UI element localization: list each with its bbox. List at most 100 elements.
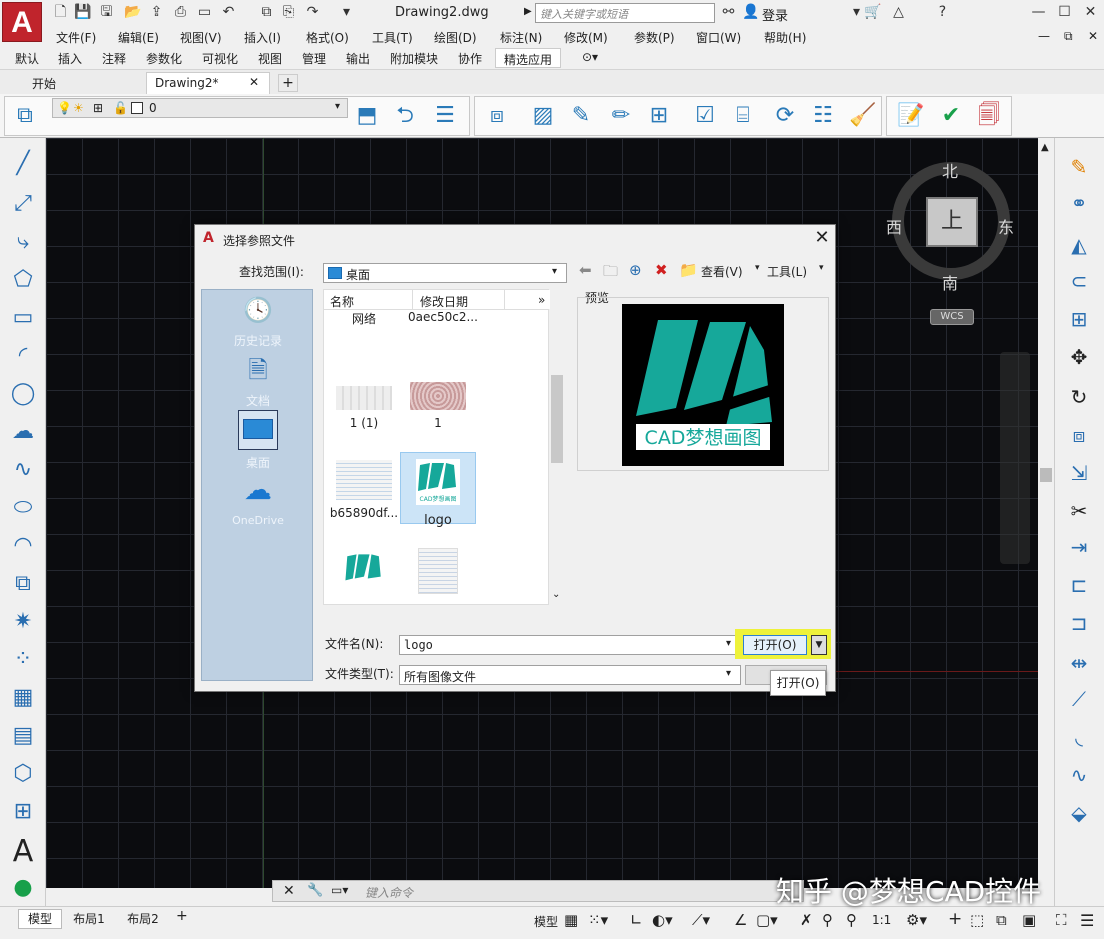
restore-icon[interactable]: ☐ (1056, 4, 1073, 21)
file-item-logo-selected[interactable]: CAD梦想画图 logo (400, 452, 476, 528)
open-button[interactable]: 打开(O) (743, 635, 807, 655)
osnap-icon[interactable]: ▢▾ (756, 911, 778, 929)
user-icon[interactable]: 👤 (742, 4, 759, 21)
menu-dimension[interactable]: 标注(N) (500, 29, 542, 46)
tab-insert[interactable]: 插入 (58, 50, 82, 67)
layer-states-icon[interactable]: ☰ (430, 100, 460, 132)
column-date[interactable]: 修改日期 (420, 293, 468, 310)
polyline-edit-icon[interactable]: ✏ (606, 100, 636, 132)
wcs-menu[interactable]: WCS (930, 309, 974, 325)
break-at-point-icon[interactable]: ⊏ (1063, 570, 1095, 600)
region-icon[interactable]: ⬡ (7, 758, 39, 790)
menu-help[interactable]: 帮助(H) (764, 29, 806, 46)
lightbulb-icon[interactable]: 💡 (57, 101, 72, 115)
look-in-select[interactable]: 桌面 ▾ (323, 263, 567, 283)
save-as-icon[interactable]: 🖫 (98, 4, 115, 21)
more-columns-icon[interactable]: » (538, 293, 545, 307)
file-tab-start[interactable]: 开始 (24, 72, 142, 94)
navigation-bar[interactable] (1000, 352, 1030, 564)
tab-manage[interactable]: 管理 (302, 50, 326, 67)
lock-icon[interactable]: 🔓 (113, 101, 128, 115)
help-icon[interactable]: ? (934, 4, 951, 21)
column-name[interactable]: 名称 (330, 293, 354, 310)
autoscale-icon[interactable]: ⚲ (822, 911, 833, 929)
undo-icon[interactable]: ↶ (220, 4, 237, 21)
import-icon[interactable]: ⇪ (148, 4, 165, 21)
file-item-b65890df[interactable]: b65890df... (326, 452, 402, 520)
scroll-up-icon[interactable]: ▲ (1041, 142, 1049, 153)
table-icon[interactable]: ⊞ (7, 796, 39, 828)
place-desktop-selected[interactable] (238, 410, 278, 450)
insert-block-icon[interactable]: ⧉ (7, 568, 39, 600)
dropdown-icon[interactable]: ▾ (848, 4, 865, 21)
annotation-scale-value[interactable]: 1:1 (872, 913, 891, 927)
layout-tab-layout1[interactable]: 布局1 (64, 910, 114, 927)
menu-icon[interactable]: ☰ (1080, 911, 1094, 930)
redo-icon[interactable]: ↷ (304, 4, 321, 21)
compass-north[interactable]: 北 (942, 158, 958, 182)
login-link[interactable]: 登录 (762, 5, 788, 24)
chevron-down-icon[interactable]: ▾ (552, 266, 557, 277)
chevron-down-icon[interactable]: ▾ (726, 638, 731, 649)
clean-screen-icon[interactable]: ▣ (1022, 911, 1036, 929)
new-tab-button[interactable]: + (278, 74, 298, 92)
close-command-icon[interactable]: ✕ (283, 883, 295, 899)
break-icon[interactable]: ⊐ (1063, 608, 1095, 638)
isodraft-icon[interactable]: ⟋▾ (692, 911, 710, 929)
rotate-icon[interactable]: ↻ (1063, 382, 1095, 412)
array-icon[interactable]: ⊞ (1063, 304, 1095, 334)
revision-cloud-icon[interactable]: ☁ (7, 416, 39, 448)
hardware-accel-icon[interactable]: ⧉ (996, 911, 1007, 929)
documents-icon[interactable]: 🗎 (242, 354, 274, 386)
list-icon[interactable]: ☷ (808, 100, 838, 132)
grid-icon[interactable]: ▦ (564, 911, 578, 929)
match-icon[interactable]: ⧉ (258, 4, 275, 21)
tab-default[interactable]: 默认 (15, 50, 39, 67)
new-folder-icon[interactable]: 📁 (679, 261, 698, 279)
ellipse-arc-icon[interactable]: ◠ (7, 530, 39, 562)
add-selected-icon[interactable]: ● (7, 872, 39, 904)
autodesk-icon[interactable]: △ (890, 4, 907, 21)
back-icon[interactable]: ⬅ (579, 261, 592, 279)
up-folder-icon[interactable]: 🗀 (603, 261, 618, 286)
search-input[interactable]: 键入关键字或短语 (535, 3, 715, 23)
osnap-track-icon[interactable]: ∠ (734, 911, 747, 929)
layout-tab-layout2[interactable]: 布局2 (118, 910, 168, 927)
customize-icon[interactable]: 🔧 (307, 883, 323, 898)
line-icon[interactable]: ╱ (7, 148, 39, 180)
tab-featured-apps-active[interactable]: 精选应用 (495, 48, 561, 68)
layer-combo[interactable]: 💡 ☀ ⊞ 🔓 0 ▾ (52, 98, 348, 118)
compass-west[interactable]: 西 (886, 214, 902, 238)
restore-doc-icon[interactable]: ⧉ (1064, 29, 1073, 44)
erase-icon[interactable]: ✎ (1063, 152, 1095, 182)
array-icon[interactable]: ⊞ (644, 100, 674, 132)
filename-input[interactable]: logo ▾ (399, 635, 741, 655)
construction-line-icon[interactable]: ⤢ (7, 188, 39, 220)
polyline-icon[interactable]: ⤷ (7, 226, 39, 258)
polar-icon[interactable]: ◐▾ (652, 911, 673, 929)
text-icon[interactable]: A (7, 836, 39, 868)
copy-icon[interactable]: ⎘ (280, 4, 297, 21)
move-icon[interactable]: ✥ (1063, 342, 1095, 372)
sun-icon[interactable]: ☀ (73, 101, 84, 115)
view-menu[interactable]: 查看(V) (701, 263, 743, 280)
circle-icon[interactable]: ◯ (7, 378, 39, 410)
chevron-down-icon[interactable]: ▾ (819, 263, 824, 273)
explode-icon[interactable]: ⬙ (1063, 798, 1095, 828)
ellipse-icon[interactable]: ⬭ (7, 492, 39, 524)
gradient-icon[interactable]: ▤ (7, 720, 39, 752)
stretch-icon[interactable]: ⇲ (1063, 458, 1095, 488)
hatch-icon[interactable]: ▦ (7, 682, 39, 714)
dialog-close-icon[interactable]: ✕ (811, 227, 833, 249)
isolate-icon[interactable]: ⬚ (970, 911, 984, 929)
minimize-doc-icon[interactable]: — (1038, 29, 1050, 43)
hatch-edit-icon[interactable]: ▨ (528, 100, 558, 132)
offset-icon[interactable]: ⊂ (1063, 266, 1095, 296)
compass-east[interactable]: 东 (998, 214, 1014, 238)
block-icon[interactable]: ⧈ (482, 100, 512, 132)
scroll-down-icon[interactable]: ⌄ (552, 589, 560, 600)
layer-match-icon[interactable]: ⬒ (352, 100, 382, 132)
chevron-down-icon[interactable]: ▾ (335, 101, 340, 112)
chevron-right-icon[interactable]: ▶ (524, 6, 532, 17)
ortho-icon[interactable]: ∟ (630, 911, 643, 929)
